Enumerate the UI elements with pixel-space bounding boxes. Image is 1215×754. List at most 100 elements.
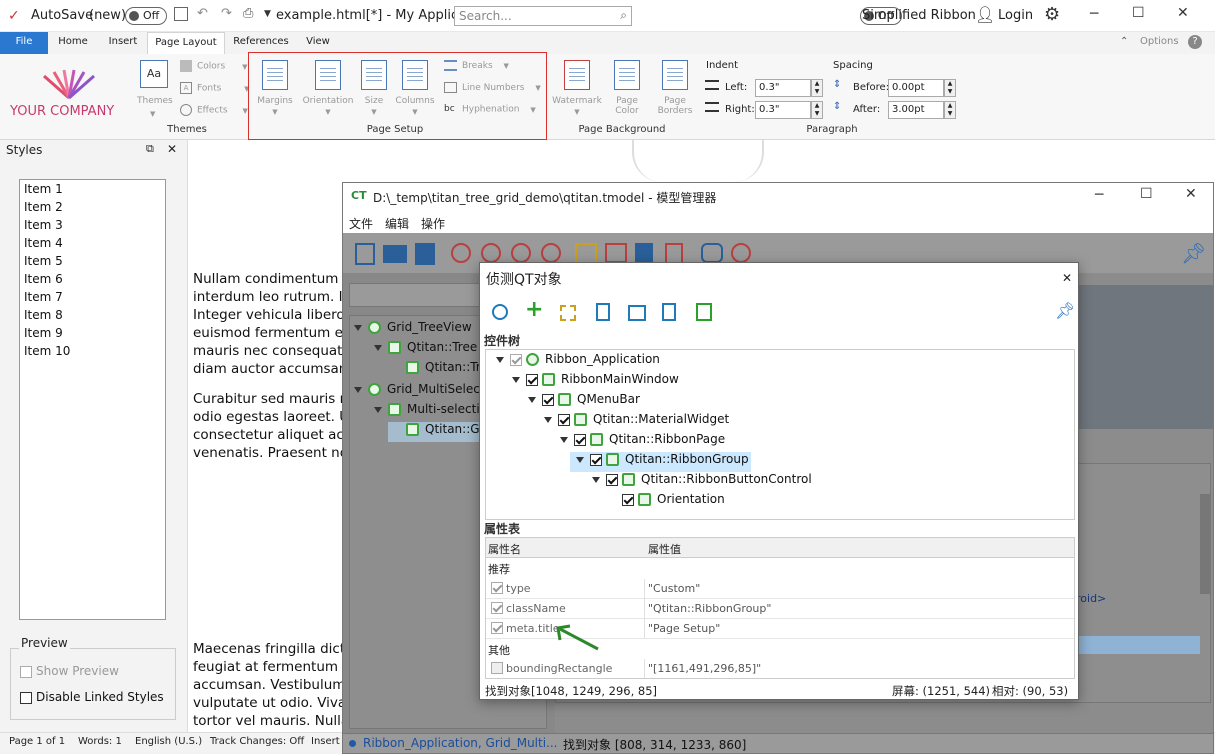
minimize-button[interactable]: ─ bbox=[1090, 6, 1098, 22]
node-checkbox[interactable] bbox=[590, 453, 602, 466]
property-checkbox[interactable] bbox=[491, 662, 503, 674]
detect-target-icon[interactable] bbox=[451, 243, 471, 263]
property-checkbox[interactable] bbox=[491, 602, 503, 614]
tree-node[interactable]: Qtitan::MaterialWidget bbox=[544, 412, 729, 432]
show-preview-checkbox[interactable]: Show Preview bbox=[20, 664, 119, 678]
property-row[interactable]: boundingRectangle "[1161,491,296,85]" bbox=[486, 659, 1074, 678]
collapse-ribbon-icon[interactable]: ⌃ bbox=[1120, 36, 1128, 47]
customize-dropdown-icon[interactable]: ▼ bbox=[264, 9, 271, 19]
list-item[interactable]: Item 8 bbox=[20, 306, 165, 324]
tree-node[interactable]: Multi-selection bbox=[374, 402, 495, 422]
spacing-before-spinner[interactable]: ▲ ▼ bbox=[944, 79, 956, 97]
indent-left-input[interactable]: 0.3" bbox=[755, 79, 811, 97]
spacing-after-input[interactable]: 3.00pt bbox=[888, 101, 944, 119]
spacing-before-input[interactable]: 0.00pt bbox=[888, 79, 944, 97]
tab-page-layout[interactable]: Page Layout bbox=[147, 32, 225, 54]
search-icon[interactable] bbox=[492, 304, 508, 320]
list-item[interactable]: Item 6 bbox=[20, 270, 165, 288]
dialog-close-button[interactable]: ✕ bbox=[1062, 271, 1072, 285]
tree-node[interactable]: Grid_MultiSelect bbox=[354, 382, 485, 402]
list-item[interactable]: Item 10 bbox=[20, 342, 165, 360]
property-checkbox[interactable] bbox=[491, 622, 503, 634]
tree-node-selected[interactable]: Qtitan::RibbonGroup bbox=[570, 452, 751, 472]
list-item[interactable]: Item 3 bbox=[20, 216, 165, 234]
close-button[interactable]: ✕ bbox=[1177, 5, 1189, 21]
tree-node[interactable]: QMenuBar bbox=[528, 392, 640, 412]
capture-region-icon[interactable] bbox=[560, 305, 576, 321]
check-list-icon[interactable] bbox=[662, 303, 676, 321]
redo-icon[interactable]: ↷ bbox=[221, 6, 232, 21]
tree-node[interactable]: Qtitan::RibbonPage bbox=[560, 432, 725, 452]
list-item[interactable]: Item 2 bbox=[20, 198, 165, 216]
property-row[interactable]: className "Qtitan::RibbonGroup" bbox=[486, 599, 1074, 619]
search-input[interactable]: Search... ⌕ bbox=[454, 6, 632, 26]
margins-button[interactable]: Margins bbox=[252, 96, 298, 106]
save-model-icon[interactable] bbox=[415, 243, 435, 265]
property-checkbox[interactable] bbox=[491, 582, 503, 594]
size-button[interactable]: Size bbox=[356, 96, 392, 106]
indent-right-input[interactable]: 0.3" bbox=[755, 101, 811, 119]
link-icon[interactable] bbox=[701, 243, 723, 263]
detect-window-icon[interactable] bbox=[481, 243, 501, 263]
grid-scrollbar[interactable] bbox=[1200, 494, 1210, 594]
maximize-button[interactable]: ☐ bbox=[1132, 5, 1145, 21]
tree-node[interactable]: RibbonMainWindow bbox=[512, 372, 679, 392]
control-tree[interactable]: Ribbon_Application RibbonMainWindow QMen… bbox=[485, 349, 1075, 520]
tab-view[interactable]: View bbox=[300, 32, 336, 54]
mm-minimize-button[interactable]: ─ bbox=[1095, 187, 1103, 203]
columns-button[interactable]: Columns bbox=[393, 96, 437, 106]
list-item[interactable]: Item 1 bbox=[20, 180, 165, 198]
fonts-button[interactable]: A Fonts ▼ bbox=[180, 82, 250, 94]
themes-button[interactable]: Aa Themes ▼ bbox=[137, 60, 173, 122]
help-icon[interactable]: ? bbox=[1188, 35, 1202, 49]
mm-search-bar[interactable] bbox=[349, 283, 489, 307]
tree-node[interactable]: Orientation bbox=[622, 492, 725, 512]
menu-file[interactable]: 文件 bbox=[349, 215, 373, 232]
pin-icon[interactable]: 📌︎ bbox=[1181, 241, 1206, 265]
menu-operate[interactable]: 操作 bbox=[421, 215, 445, 232]
disable-linked-checkbox[interactable]: Disable Linked Styles bbox=[20, 690, 164, 704]
tab-insert[interactable]: Insert bbox=[102, 32, 144, 54]
breaks-button[interactable]: Breaks ▼ bbox=[444, 60, 509, 71]
node-checkbox[interactable] bbox=[574, 433, 586, 446]
options-button[interactable]: Options bbox=[1140, 36, 1179, 47]
list-item[interactable]: Item 5 bbox=[20, 252, 165, 270]
undo-icon[interactable]: ↶ bbox=[197, 6, 208, 21]
detect-control-icon[interactable] bbox=[511, 243, 531, 263]
autosave-toggle[interactable]: Off bbox=[125, 7, 167, 25]
page-color-button[interactable]: Page Color bbox=[606, 96, 648, 116]
spacing-after-spinner[interactable]: ▲ ▼ bbox=[944, 101, 956, 119]
node-checkbox[interactable] bbox=[526, 373, 538, 386]
tree-node[interactable]: Grid_TreeView bbox=[354, 320, 472, 340]
menu-edit[interactable]: 编辑 bbox=[385, 215, 409, 232]
print-icon[interactable]: ⎙ bbox=[243, 6, 253, 21]
tab-home[interactable]: Home bbox=[52, 32, 94, 54]
node-checkbox[interactable] bbox=[542, 393, 554, 406]
settings-gear-icon[interactable]: ⚙ bbox=[1044, 4, 1060, 25]
camera-icon[interactable] bbox=[605, 243, 627, 263]
capture-icon[interactable] bbox=[575, 243, 597, 263]
list-item[interactable]: Item 9 bbox=[20, 324, 165, 342]
tree-node[interactable]: Qtitan::Tree bbox=[374, 340, 477, 360]
clipboard-copy-icon[interactable] bbox=[596, 303, 610, 321]
open-folder-icon[interactable] bbox=[383, 245, 407, 263]
float-pane-icon[interactable]: ⧉ bbox=[146, 142, 154, 156]
dialog-pin-icon[interactable]: 📌︎ bbox=[1055, 301, 1075, 320]
orientation-button[interactable]: Orientation bbox=[300, 96, 356, 106]
add-icon[interactable]: + bbox=[525, 299, 543, 321]
styles-list[interactable]: Item 1 Item 2 Item 3 Item 4 Item 5 Item … bbox=[19, 179, 166, 620]
page-borders-button[interactable]: Page Borders bbox=[652, 96, 698, 116]
watermark-button[interactable]: Watermark bbox=[550, 96, 604, 106]
effects-button[interactable]: Effects ▼ bbox=[180, 104, 248, 116]
property-row[interactable]: type "Custom" bbox=[486, 579, 1074, 599]
hyphenation-button[interactable]: bc Hyphenation ▼ bbox=[444, 104, 536, 115]
tab-references[interactable]: References bbox=[232, 32, 290, 54]
indent-left-spinner[interactable]: ▲ ▼ bbox=[811, 79, 823, 97]
tab-file[interactable]: File bbox=[0, 32, 48, 54]
save-icon[interactable] bbox=[174, 7, 188, 21]
node-checkbox[interactable] bbox=[606, 473, 618, 486]
mm-close-button[interactable]: ✕ bbox=[1185, 186, 1197, 202]
line-numbers-button[interactable]: Line Numbers ▼ bbox=[444, 82, 541, 93]
node-checkbox[interactable] bbox=[558, 413, 570, 426]
login-button[interactable]: Login bbox=[998, 8, 1033, 23]
